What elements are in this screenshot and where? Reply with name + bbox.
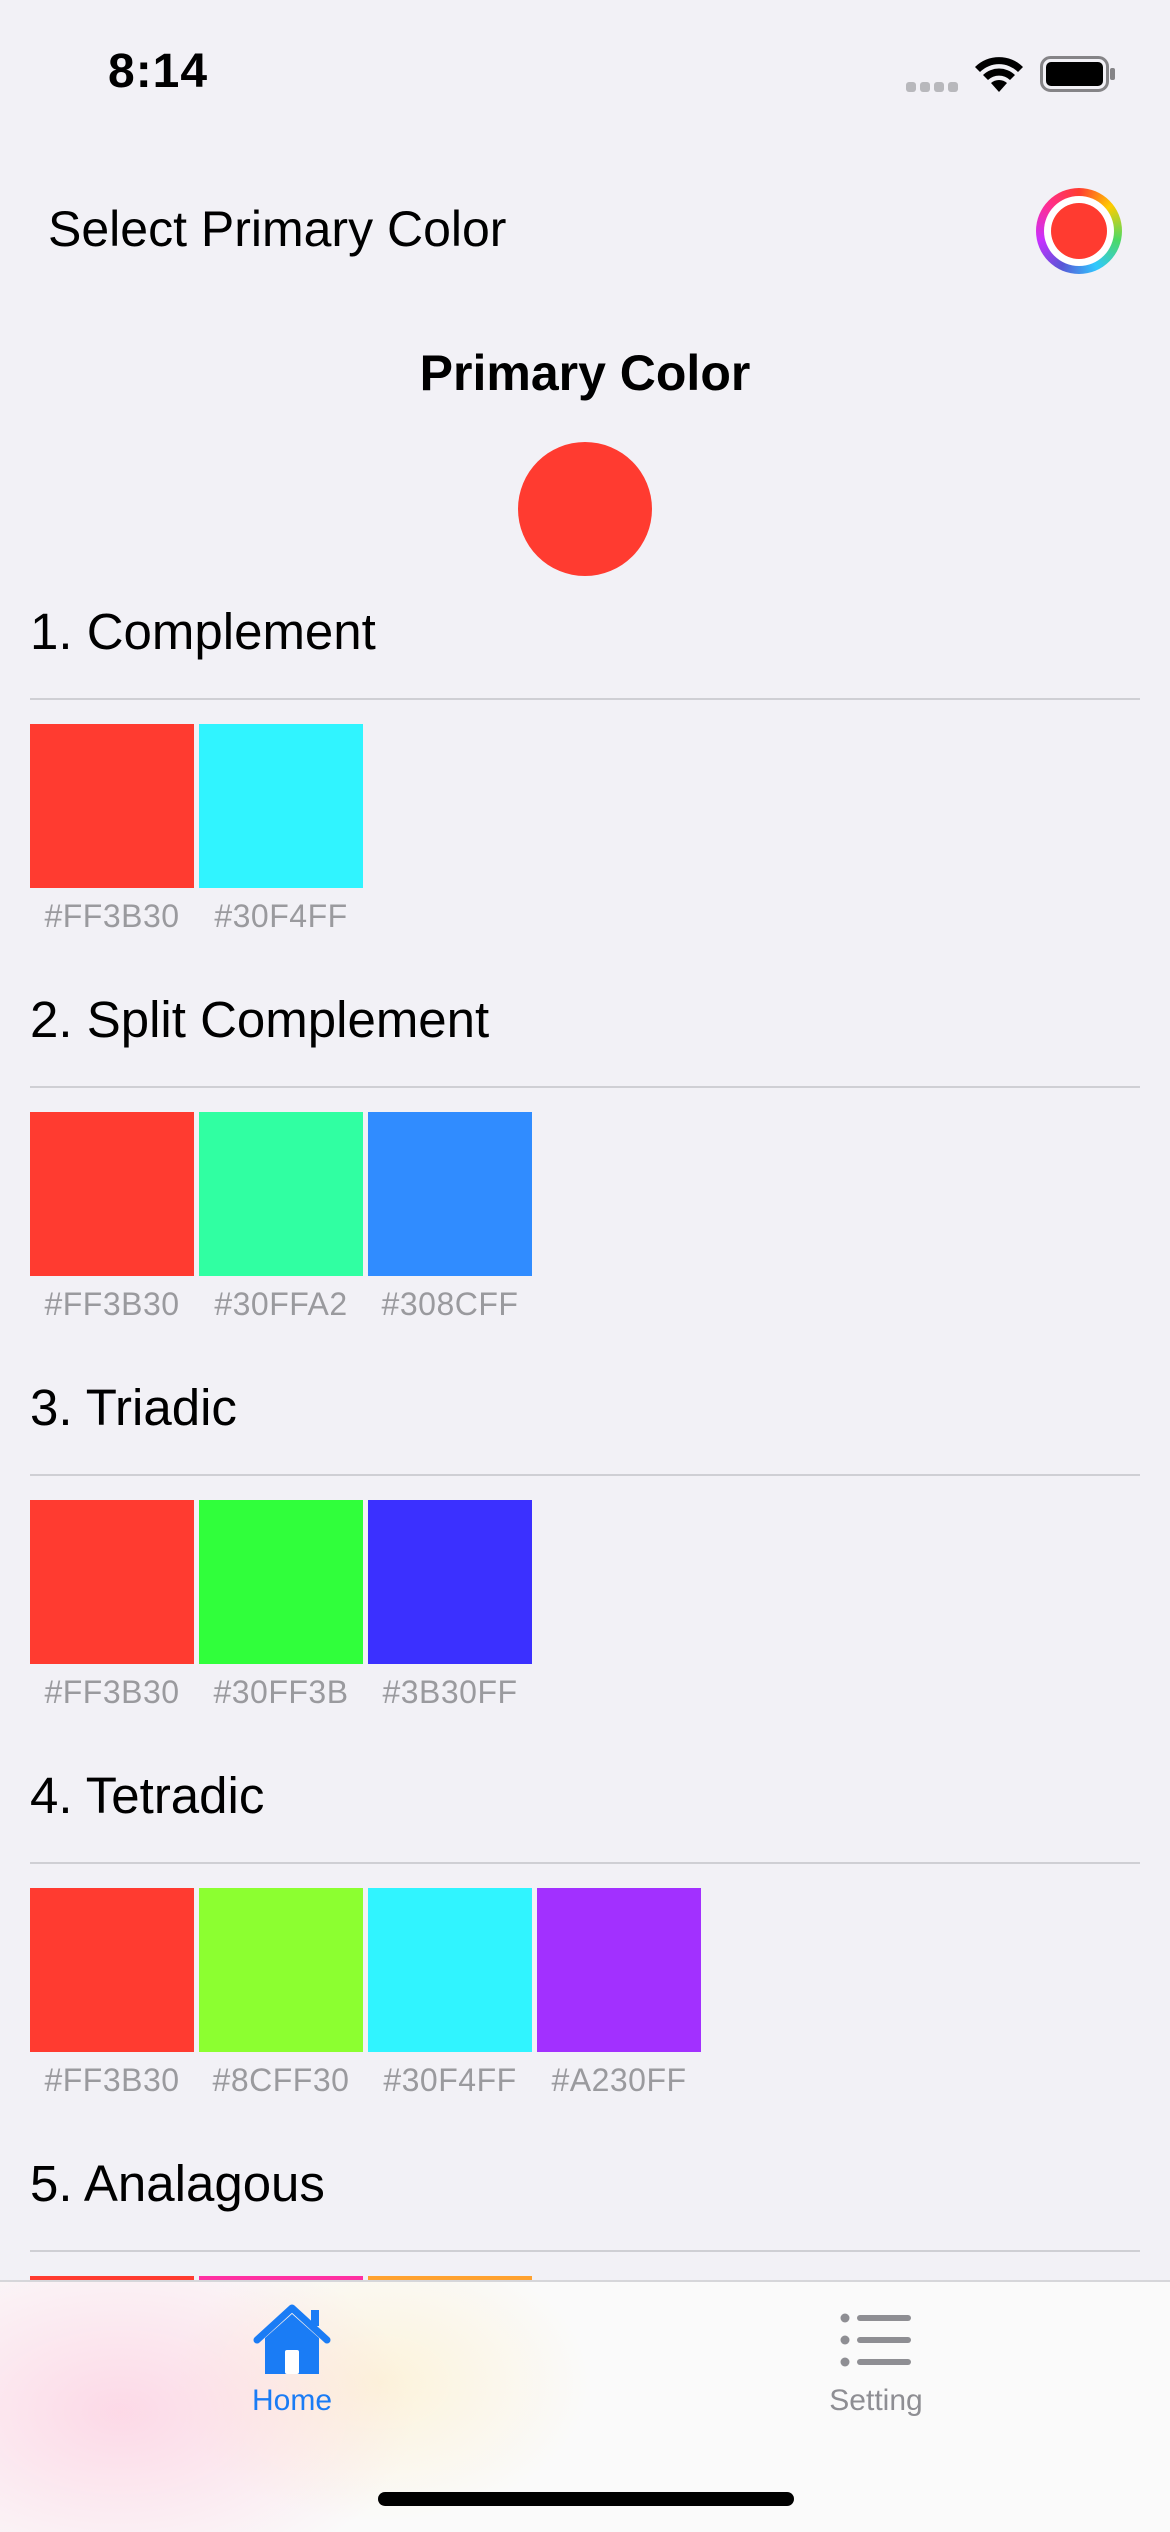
home-indicator [378,2492,794,2506]
section-divider [30,2250,1140,2252]
page-title: Select Primary Color [48,201,507,257]
swatch-row: #FF3B30 #8CFF30 #30F4FF #A230FF [30,1888,701,2099]
color-swatch[interactable]: #FF3B30 [30,1500,194,1711]
swatch-hex-label: #FF3B30 [44,1286,180,1322]
color-swatch[interactable]: #A230FF [537,1888,701,2099]
swatch-color-box [30,1500,194,1664]
section-divider [30,698,1140,700]
selected-color-dot [1051,203,1107,259]
color-swatch[interactable]: #308CFF [368,1112,532,1323]
section-title: 1. Complement [30,603,376,660]
swatch-hex-label: #8CFF30 [212,2062,350,2098]
color-swatch[interactable]: #FF3B30 [30,1888,194,2099]
status-bar: 8:14 [0,0,1170,150]
swatch-color-box [199,1112,363,1276]
swatch-hex-label: #FF3B30 [44,2062,180,2098]
primary-color-swatch[interactable] [518,442,652,576]
swatch-color-box [368,1112,532,1276]
tab-label: Home [251,2384,333,2417]
color-swatch[interactable]: #30FF3B [199,1500,363,1711]
house-icon [253,2304,331,2374]
battery-icon [1040,56,1115,92]
swatch-hex-label: #FF3B30 [44,1674,180,1710]
tab-setting[interactable]: Setting [726,2302,1026,2452]
swatch-hex-label: #30F4FF [383,2062,517,2098]
swatch-color-box [368,1500,532,1664]
color-swatch[interactable]: #8CFF30 [199,1888,363,2099]
screen: 8:14 Select Primary Color Primary Color … [0,0,1170,2532]
swatch-row: #FF3B30 #30F4FF [30,724,363,935]
swatch-row: #FF3B30 #30FFA2 #308CFF [30,1112,532,1323]
section-divider [30,1474,1140,1476]
swatch-hex-label: #3B30FF [382,1674,518,1710]
section-divider [30,1862,1140,1864]
section-title: 4. Tetradic [30,1767,265,1824]
cellular-signal-icon [906,82,958,92]
swatch-hex-label: #308CFF [381,1286,519,1322]
primary-color-heading: Primary Color [419,345,751,401]
wifi-icon [975,57,1023,92]
swatch-color-box [199,1500,363,1664]
list-icon [840,2313,911,2367]
color-swatch[interactable]: #30FFA2 [199,1112,363,1323]
section-title: 5. Analagous [30,2155,325,2212]
swatch-color-box [30,1112,194,1276]
swatch-hex-label: #FF3B30 [44,898,180,934]
swatch-hex-label: #A230FF [551,2062,687,2098]
tab-home[interactable]: Home [142,2302,442,2452]
swatch-color-box [199,724,363,888]
swatch-color-box [368,1888,532,2052]
swatch-hex-label: #30F4FF [214,898,348,934]
swatch-color-box [30,1888,194,2052]
color-swatch[interactable]: #FF3B30 [30,724,194,935]
section-title: 3. Triadic [30,1379,237,1436]
section-divider [30,1086,1140,1088]
swatch-hex-label: #30FFA2 [214,1286,348,1322]
swatch-color-box [199,1888,363,2052]
status-time: 8:14 [108,45,209,98]
tab-label: Setting [829,2384,923,2417]
swatch-color-box [30,724,194,888]
color-swatch[interactable]: #30F4FF [368,1888,532,2099]
swatch-color-box [537,1888,701,2052]
color-swatch[interactable]: #3B30FF [368,1500,532,1711]
section-title: 2. Split Complement [30,991,490,1048]
color-wheel-icon[interactable] [1036,188,1122,274]
swatch-row: #FF3B30 #30FF3B #3B30FF [30,1500,532,1711]
color-swatch[interactable]: #FF3B30 [30,1112,194,1323]
color-swatch[interactable]: #30F4FF [199,724,363,935]
swatch-hex-label: #30FF3B [213,1674,349,1710]
